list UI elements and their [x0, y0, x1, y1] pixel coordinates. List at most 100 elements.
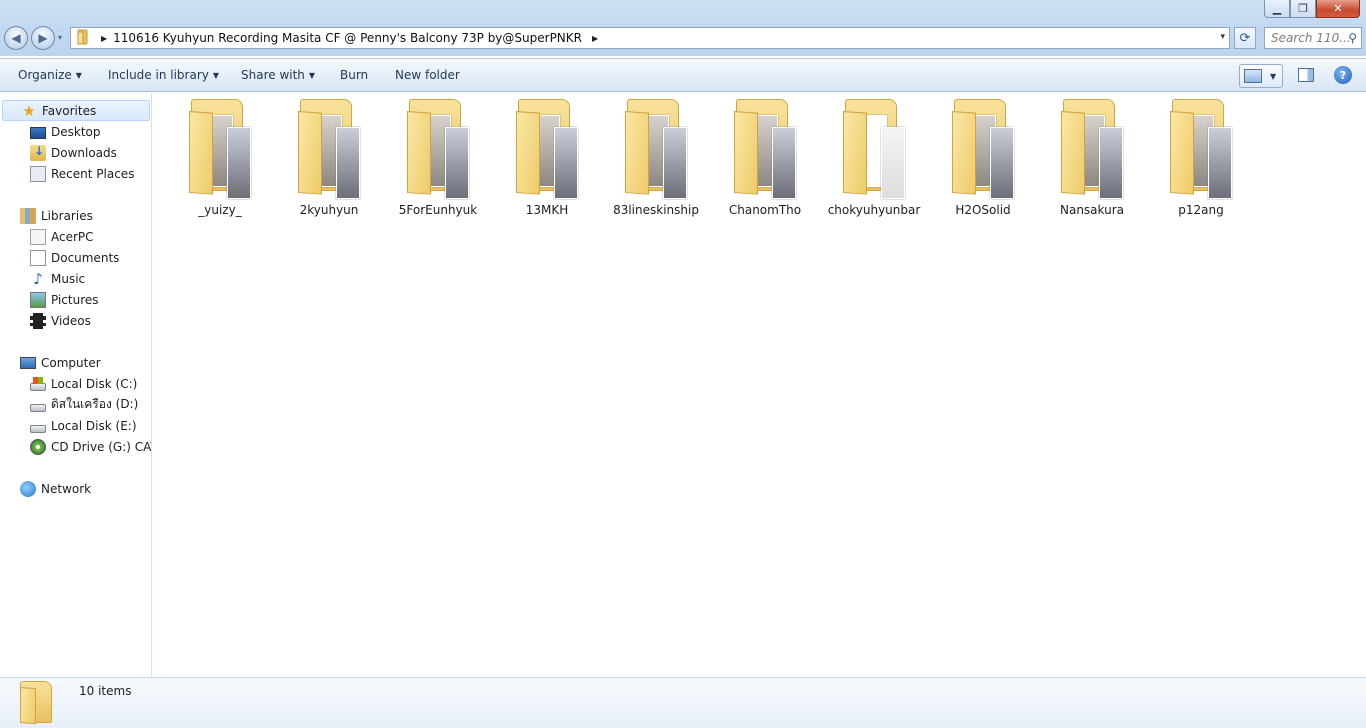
breadcrumb-current-folder[interactable]: 110616 Kyuhyun Recording Masita CF @ Pen… — [113, 31, 582, 45]
share-with-button[interactable]: Share with ▼ — [241, 68, 315, 82]
sidebar-item-local-disk-c[interactable]: Local Disk (C:) — [30, 373, 137, 394]
sidebar-item-favorites[interactable]: ★ Favorites — [2, 100, 150, 121]
sidebar-item-label: Libraries — [41, 208, 93, 223]
burn-button[interactable]: Burn — [340, 68, 368, 82]
sidebar-item-label: Downloads — [51, 145, 117, 160]
refresh-button[interactable]: ⟳ — [1234, 27, 1256, 49]
folder-name: 5ForEunhyuk — [398, 203, 478, 217]
organize-button[interactable]: Organize ▼ — [18, 68, 82, 82]
item-count: 10 items — [79, 684, 132, 698]
folder-name: 2kyuhyun — [299, 203, 359, 217]
documents-icon — [30, 249, 46, 266]
chevron-down-icon: ▼ — [308, 71, 316, 80]
sidebar-item-recent-places[interactable]: Recent Places — [30, 163, 134, 184]
recent-pages-dropdown[interactable]: ▾ — [58, 33, 62, 42]
desktop-icon — [30, 126, 46, 139]
folder-item[interactable]: ChanomTho — [710, 99, 814, 217]
folder-name: ChanomTho — [728, 203, 802, 217]
sidebar-item-acerpc[interactable]: AcerPC — [30, 226, 94, 247]
sidebar-item-label: Music — [51, 271, 86, 286]
preview-pane-toggle-icon[interactable] — [1298, 68, 1314, 82]
new-folder-button[interactable]: New folder — [395, 68, 460, 82]
star-icon: ★ — [22, 101, 36, 120]
folder-item[interactable]: chokyuhyunbar — [819, 99, 923, 217]
sidebar-item-network[interactable]: Network — [20, 478, 91, 499]
sidebar-item-label: ดิสในเครือง (D:) — [51, 397, 139, 411]
chevron-down-icon[interactable]: ▼ — [1270, 72, 1276, 81]
search-input[interactable]: Search 110... ⚲ — [1264, 27, 1362, 49]
forward-button[interactable]: ▶ — [31, 26, 55, 50]
chevron-down-icon: ▼ — [75, 71, 82, 80]
folder-icon — [296, 99, 362, 199]
hard-drive-icon — [30, 424, 46, 433]
restore-button[interactable]: ❐ — [1290, 0, 1316, 18]
pictures-icon — [30, 291, 46, 308]
folder-item[interactable]: 2kyuhyun — [274, 99, 378, 217]
sidebar-item-label: Pictures — [51, 292, 99, 307]
folder-name: Nansakura — [1059, 203, 1124, 217]
folder-item[interactable]: p12ang — [1146, 99, 1250, 217]
libraries-icon — [20, 207, 36, 224]
sidebar-item-label: CD Drive (G:) CAT C — [51, 439, 151, 454]
sidebar-item-label: Computer — [41, 355, 101, 370]
close-button[interactable]: ✕ — [1316, 0, 1360, 18]
file-list[interactable]: _yuizy_ 2kyuhyun 5ForEunhyuk 13MKH 83lin… — [153, 93, 1366, 677]
recent-places-icon — [30, 165, 46, 182]
sidebar-item-music[interactable]: ♪ Music — [30, 268, 85, 289]
downloads-icon — [30, 144, 46, 161]
search-placeholder: Search 110... — [1271, 31, 1351, 45]
include-in-library-button[interactable]: Include in library ▼ — [108, 68, 219, 82]
system-drive-icon — [30, 376, 46, 391]
folder-name: _yuizy_ — [198, 203, 242, 217]
window-controls: ▁ ❐ ✕ — [1264, 0, 1360, 18]
folder-name: 83lineskinship — [613, 203, 699, 217]
folder-icon — [405, 99, 471, 199]
sidebar-item-label: Documents — [51, 250, 120, 265]
folder-icon — [732, 99, 798, 199]
back-button[interactable]: ◀ — [4, 26, 28, 50]
folder-icon — [841, 99, 907, 199]
sidebar-item-local-disk-e[interactable]: Local Disk (E:) — [30, 415, 137, 436]
folder-item[interactable]: H2OSolid — [928, 99, 1032, 217]
sidebar-item-computer[interactable]: Computer — [20, 352, 101, 373]
sidebar-item-label: Local Disk (C:) — [51, 376, 138, 391]
folder-icon — [187, 99, 253, 199]
folder-item[interactable]: 13MKH — [492, 99, 596, 217]
folder-item[interactable]: 83lineskinship — [601, 99, 705, 217]
title-bar: ▁ ❐ ✕ ◀ ▶ ▾ ▶ 110616 Kyuhyun Recording M… — [0, 0, 1366, 56]
sidebar-item-label: Favorites — [42, 103, 97, 118]
sidebar-item-label: AcerPC — [51, 229, 94, 244]
sidebar-item-cd-drive-g[interactable]: CD Drive (G:) CAT C — [30, 436, 151, 457]
folder-item[interactable]: _yuizy_ — [165, 99, 269, 217]
change-view-button[interactable]: ▼ — [1239, 64, 1283, 88]
folder-item[interactable]: Nansakura — [1037, 99, 1141, 217]
sidebar-item-downloads[interactable]: Downloads — [30, 142, 117, 163]
library-icon — [30, 228, 46, 245]
sidebar-item-label: Videos — [51, 313, 91, 328]
sidebar-item-disk-d[interactable]: ดิสในเครือง (D:) — [30, 394, 138, 415]
address-dropdown-icon[interactable]: ▾ — [1220, 32, 1225, 42]
include-in-library-label: Include in library — [108, 68, 209, 82]
help-button[interactable]: ? — [1334, 66, 1352, 84]
breadcrumb-separator-icon[interactable]: ▶ — [592, 34, 598, 43]
address-bar[interactable]: ▶ 110616 Kyuhyun Recording Masita CF @ P… — [70, 27, 1230, 49]
minimize-button[interactable]: ▁ — [1264, 0, 1290, 18]
sidebar-item-desktop[interactable]: Desktop — [30, 121, 101, 142]
folder-name: chokyuhyunbar — [827, 203, 921, 217]
computer-icon — [20, 356, 36, 369]
folder-item[interactable]: 5ForEunhyuk — [383, 99, 487, 217]
breadcrumb-separator-icon[interactable]: ▶ — [101, 34, 107, 43]
folder-icon — [950, 99, 1016, 199]
folder-icon — [77, 29, 91, 48]
status-bar: 10 items — [0, 677, 1366, 728]
hard-drive-icon — [30, 403, 46, 412]
chevron-down-icon: ▼ — [212, 71, 220, 80]
music-icon: ♪ — [33, 269, 43, 288]
folder-name: p12ang — [1178, 203, 1224, 217]
organize-label: Organize — [18, 68, 72, 82]
sidebar-item-libraries[interactable]: Libraries — [20, 205, 93, 226]
sidebar-item-videos[interactable]: Videos — [30, 310, 91, 331]
search-icon[interactable]: ⚲ — [1348, 31, 1357, 45]
sidebar-item-pictures[interactable]: Pictures — [30, 289, 99, 310]
sidebar-item-documents[interactable]: Documents — [30, 247, 119, 268]
